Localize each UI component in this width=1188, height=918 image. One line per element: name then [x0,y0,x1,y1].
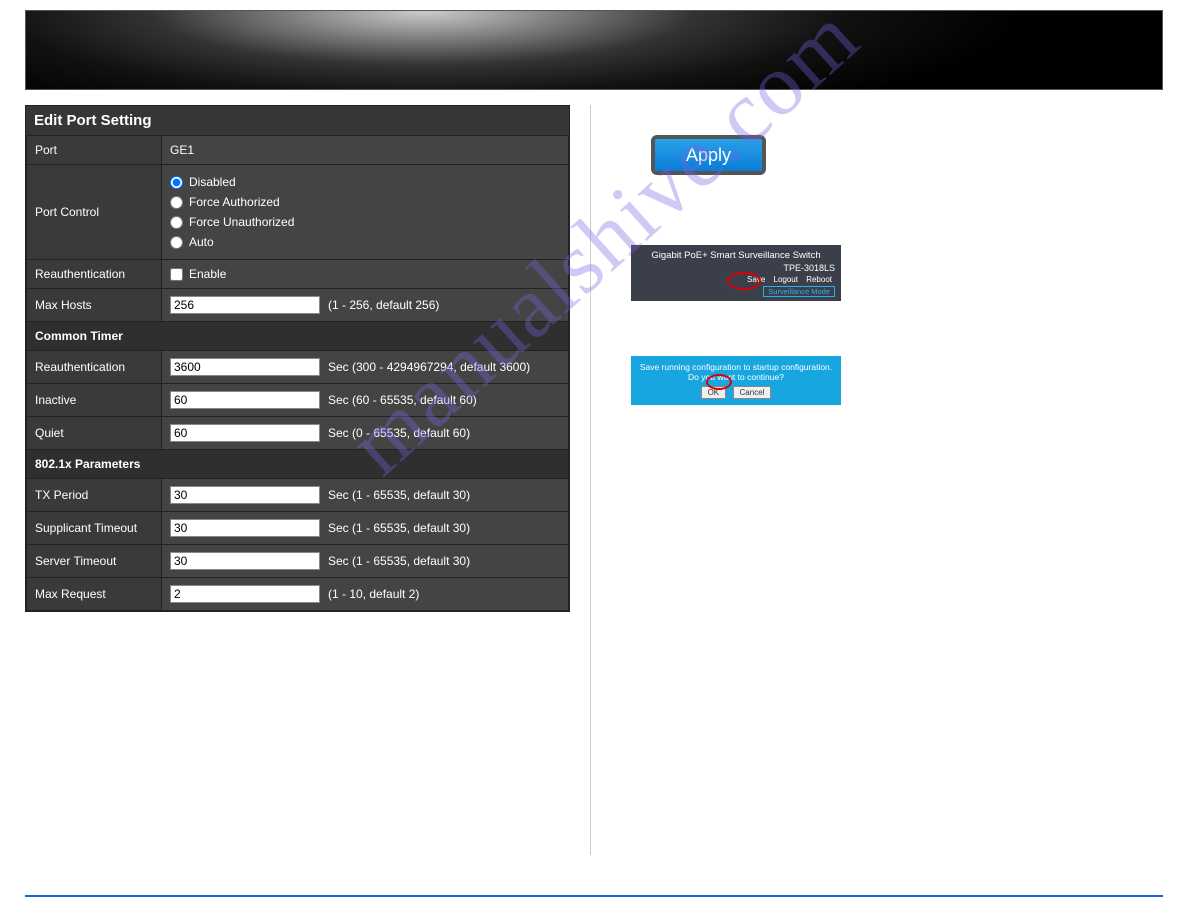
tx-period-label: TX Period [27,479,162,512]
radio-force-authorized-input[interactable] [170,196,183,209]
ok-highlight-circle [706,374,732,390]
apply-button[interactable]: Apply [651,135,766,175]
radio-force-unauthorized[interactable]: Force Unauthorized [170,212,560,232]
supp-timeout-label: Supplicant Timeout [27,512,162,545]
port-control-label: Port Control [27,165,162,260]
radio-disabled[interactable]: Disabled [170,172,560,192]
surv-mode-badge: Surveillance Mode [763,286,835,297]
tx-period-input[interactable] [170,486,320,504]
save-config-dialog-snippet: Save running configuration to startup co… [631,356,841,405]
dialog-cancel-button[interactable]: Cancel [733,386,772,399]
inactive-hint: Sec (60 - 65535, default 60) [328,393,477,407]
radio-auto-input[interactable] [170,236,183,249]
port-value: GE1 [162,136,569,165]
panel-title: Edit Port Setting [26,106,569,135]
surv-title: Gigabit PoE+ Smart Surveillance Switch [637,250,835,261]
supp-timeout-hint: Sec (1 - 65535, default 30) [328,521,470,535]
radio-auto[interactable]: Auto [170,232,560,252]
reauth-timer-hint: Sec (300 - 4294967294, default 3600) [328,360,530,374]
max-hosts-input[interactable] [170,296,320,314]
inactive-label: Inactive [27,384,162,417]
surv-model: TPE-3018LS [637,263,835,273]
enable-checkbox-label[interactable]: Enable [170,267,226,281]
port-control-options: Disabled Force Authorized Force Unauthor… [162,165,569,260]
reauth-label: Reauthentication [27,260,162,289]
quiet-label: Quiet [27,417,162,450]
max-request-input[interactable] [170,585,320,603]
quiet-hint: Sec (0 - 65535, default 60) [328,426,470,440]
save-highlight-circle [727,272,761,290]
server-timeout-label: Server Timeout [27,545,162,578]
radio-disabled-input[interactable] [170,176,183,189]
dialog-text: Save running configuration to startup co… [637,362,835,382]
max-request-label: Max Request [27,578,162,611]
inactive-input[interactable] [170,391,320,409]
supp-timeout-input[interactable] [170,519,320,537]
radio-force-authorized[interactable]: Force Authorized [170,192,560,212]
edit-port-setting-panel: Edit Port Setting Port GE1 Port Control … [25,105,570,612]
common-timer-section: Common Timer [27,322,569,351]
quiet-input[interactable] [170,424,320,442]
server-timeout-hint: Sec (1 - 65535, default 30) [328,554,470,568]
surv-reboot-link[interactable]: Reboot [806,275,832,284]
max-hosts-label: Max Hosts [27,289,162,322]
reauth-timer-label: Reauthentication [27,351,162,384]
surveillance-switch-snippet: Gigabit PoE+ Smart Surveillance Switch T… [631,245,841,301]
enable-checkbox[interactable] [170,268,183,281]
port-label: Port [27,136,162,165]
surv-logout-link[interactable]: Logout [774,275,798,284]
max-request-hint: (1 - 10, default 2) [328,587,419,601]
reauth-timer-input[interactable] [170,358,320,376]
max-hosts-hint: (1 - 256, default 256) [328,298,439,312]
dot1x-section: 802.1x Parameters [27,450,569,479]
footer-rule [25,895,1163,897]
tx-period-hint: Sec (1 - 65535, default 30) [328,488,470,502]
server-timeout-input[interactable] [170,552,320,570]
radio-force-unauthorized-input[interactable] [170,216,183,229]
column-divider [590,105,591,855]
header-banner [25,10,1163,90]
